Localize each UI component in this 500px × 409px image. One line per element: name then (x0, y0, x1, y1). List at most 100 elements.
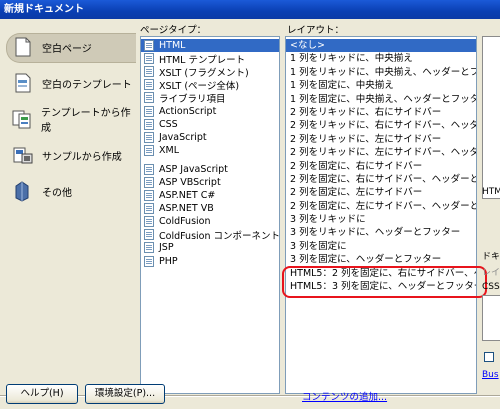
file-icon (144, 242, 154, 254)
page-type-item[interactable]: PHP (141, 255, 279, 268)
file-icon (144, 131, 154, 143)
layout-item[interactable]: 2 列を固定に、左にサイドバー、ヘッダーとフッター (286, 200, 476, 213)
page-type-item[interactable]: ASP.NET VB (141, 202, 279, 215)
page-type-item[interactable]: ColdFusion (141, 215, 279, 228)
page-type-item[interactable]: CSS (141, 118, 279, 131)
file-icon (144, 79, 154, 91)
business-link[interactable]: Bus (482, 370, 500, 380)
page-type-item[interactable]: ライブラリ項目 (141, 91, 279, 105)
add-content-link[interactable]: コンテンツの追加... (302, 389, 387, 403)
other-icon (12, 180, 34, 202)
page-type-item-label: ASP.NET C# (159, 190, 216, 202)
file-icon (144, 92, 154, 104)
category-from-sample[interactable]: サンプルから作成 (0, 137, 136, 173)
file-icon (144, 216, 154, 228)
page-type-item[interactable]: XML (141, 144, 279, 157)
page-type-item[interactable]: JavaScript (141, 131, 279, 144)
page-type-list[interactable]: HTML HTML テンプレート XSLT (フラグメント) XSLT (ページ全体)… (140, 36, 280, 394)
layout-item[interactable]: 2 列をリキッドに、左にサイドバー (286, 133, 476, 146)
page-type-item-label: ColdFusion コンポーネント (159, 230, 280, 242)
page-type-item[interactable]: HTML テンプレート (141, 52, 279, 66)
layout-item[interactable]: 2 列を固定に、右にサイドバー (286, 160, 476, 173)
layout-item[interactable]: 1 列を固定に、中央揃え、ヘッダーとフッター (286, 93, 476, 106)
layout-item[interactable]: 3 列を固定に (286, 240, 476, 253)
page-type-item-label: PHP (159, 255, 178, 267)
page-type-item[interactable]: HTML (141, 39, 279, 53)
page-type-item[interactable]: ColdFusion コンポーネント (141, 228, 280, 242)
file-icon (144, 229, 154, 241)
page-type-item-label: JSP (159, 242, 174, 254)
doctype-label: ドキ (482, 252, 500, 262)
page-type-item-label: XML (159, 144, 179, 156)
option-checkbox[interactable] (484, 352, 494, 362)
dialog-body: 空白ページ 空白のテンプレート テンプレートから作成 サンプルから作成 その他 (0, 19, 500, 409)
layout-item[interactable]: 1 列をリキッドに、中央揃え (286, 52, 476, 65)
layout-item[interactable]: HTML5：2 列を固定に、右にサイドバー、ヘッダーとフッター (286, 267, 476, 280)
page-type-item-label: XSLT (フラグメント) (159, 67, 249, 79)
layout-item[interactable]: 2 列をリキッドに、右にサイドバー (286, 106, 476, 119)
layout-item[interactable]: <なし> (286, 39, 476, 53)
layout-item[interactable]: 2 列をリキッドに、左にサイドバー、ヘッダーとフッター (286, 146, 476, 159)
category-from-template[interactable]: テンプレートから作成 (0, 101, 136, 137)
layout-item[interactable]: 2 列をリキッドに、右にサイドバー、ヘッダーとフッター (286, 119, 476, 132)
file-icon (144, 190, 154, 202)
layout-item[interactable]: 1 列を固定に、中央揃え (286, 79, 476, 92)
page-type-item[interactable]: ASP VBScript (141, 176, 279, 189)
page-type-item[interactable]: ASP.NET C# (141, 189, 279, 202)
file-icon (144, 203, 154, 215)
file-icon (144, 118, 154, 130)
layout-item[interactable]: 2 列を固定に、左にサイドバー (286, 186, 476, 199)
sample-icon (12, 144, 34, 166)
layout-item[interactable]: 3 列を固定に、ヘッダーとフッター (286, 253, 476, 266)
page-type-item-label: XSLT (ページ全体) (159, 80, 240, 92)
page-type-item-label: ライブラリ項目 (159, 93, 226, 105)
layout-item[interactable]: 3 列をリキッドに (286, 213, 476, 226)
layout-preview (482, 36, 500, 199)
category-label: 空白ページ (42, 43, 92, 55)
page-type-item[interactable]: ASP JavaScript (141, 163, 279, 176)
category-list: 空白ページ 空白のテンプレート テンプレートから作成 サンプルから作成 その他 (0, 29, 136, 209)
page-type-item-label: JavaScript (159, 131, 207, 143)
file-icon (144, 163, 154, 175)
preview-caption: HTM (482, 187, 500, 197)
layout-css-label: レイア (482, 268, 500, 278)
category-label: その他 (42, 187, 72, 199)
blank-page-icon (12, 36, 34, 58)
attach-css-label: CSS (482, 282, 500, 292)
page-type-item-label: HTML テンプレート (159, 54, 246, 66)
blank-template-icon (12, 72, 34, 94)
page-type-item-label: HTML (159, 40, 186, 52)
page-type-item-label: ASP VBScript (159, 176, 221, 188)
file-icon (144, 144, 154, 156)
page-type-item-label: ActionScript (159, 105, 217, 117)
category-label: 空白のテンプレート (42, 79, 132, 91)
layout-item[interactable]: 1 列をリキッドに、中央揃え、ヘッダーとフッター (286, 66, 476, 79)
category-label: サンプルから作成 (42, 151, 122, 163)
layout-item[interactable]: 2 列を固定に、右にサイドバー、ヘッダーとフッター (286, 173, 476, 186)
page-type-item-label: ColdFusion (159, 216, 211, 228)
help-button[interactable]: ヘルプ(H) (6, 384, 78, 404)
template-icon (12, 108, 33, 130)
layout-label: レイアウト： (287, 25, 345, 36)
file-icon (144, 40, 154, 52)
page-type-label: ページタイプ： (140, 25, 207, 36)
category-other[interactable]: その他 (0, 173, 136, 209)
page-type-item-label: ASP JavaScript (159, 163, 228, 175)
file-icon (144, 53, 154, 65)
file-icon (144, 66, 154, 78)
file-icon (144, 176, 154, 188)
preferences-button[interactable]: 環境設定(P)... (85, 384, 165, 404)
category-label: テンプレートから作成 (40, 108, 131, 134)
category-blank-template[interactable]: 空白のテンプレート (0, 65, 136, 101)
file-icon (144, 255, 154, 267)
page-type-item[interactable]: JSP (141, 241, 279, 254)
page-type-item[interactable]: XSLT (ページ全体) (141, 78, 279, 92)
page-type-item-label: CSS (159, 118, 178, 130)
layout-item[interactable]: 3 列をリキッドに、ヘッダーとフッター (286, 226, 476, 239)
category-blank-page[interactable]: 空白ページ (0, 29, 136, 65)
layout-item[interactable]: HTML5：3 列を固定に、ヘッダーとフッター (286, 280, 476, 293)
page-type-item[interactable]: XSLT (フラグメント) (141, 65, 279, 79)
css-file-list[interactable] (482, 295, 500, 341)
layout-list[interactable]: <なし>1 列をリキッドに、中央揃え1 列をリキッドに、中央揃え、ヘッダーとフッ… (285, 36, 477, 394)
page-type-item[interactable]: ActionScript (141, 104, 279, 117)
